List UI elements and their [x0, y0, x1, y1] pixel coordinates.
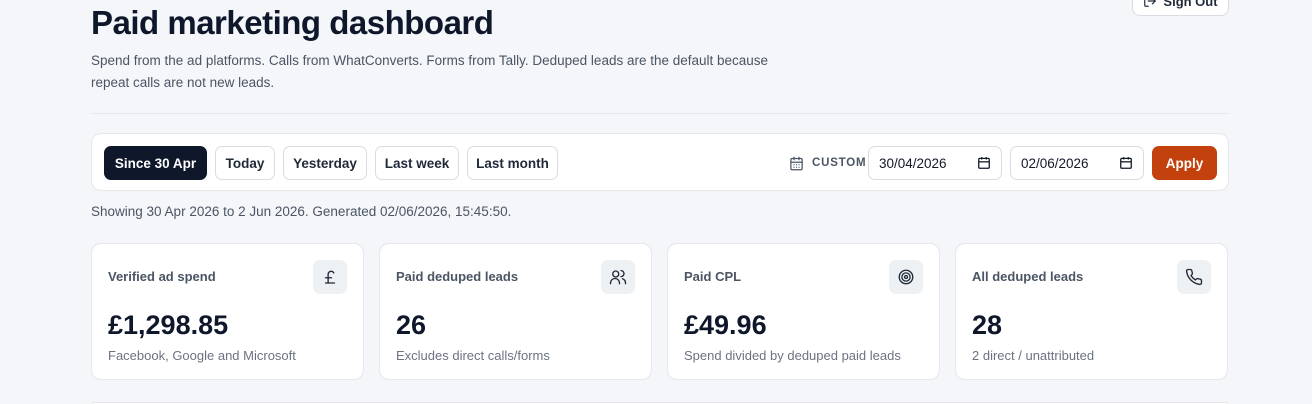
sign-out-label: Sign Out [1163, 0, 1218, 9]
page-title: Paid marketing dashboard [91, 4, 494, 41]
range-since-30-apr-button[interactable]: Since 30 Apr [104, 146, 207, 180]
kpi-card-all-deduped-leads: All deduped leads 28 2 direct / unattrib… [955, 243, 1228, 380]
users-icon [601, 260, 635, 294]
page-subtitle: Spend from the ad platforms. Calls from … [91, 53, 769, 90]
kpi-card-verified-ad-spend: Verified ad spend £1,298.85 Facebook, Go… [91, 243, 364, 380]
calendar-picker-icon[interactable] [977, 156, 991, 170]
custom-range-label: CUSTOM [789, 146, 866, 180]
sign-out-icon [1144, 0, 1157, 7]
sign-out-button[interactable]: Sign Out [1132, 0, 1229, 16]
start-date-value: 30/04/2026 [879, 155, 947, 171]
target-icon [889, 260, 923, 294]
range-yesterday-button[interactable]: Yesterday [283, 146, 367, 180]
header-divider [91, 113, 1229, 114]
showing-status-text: Showing 30 Apr 2026 to 2 Jun 2026. Gener… [91, 204, 512, 219]
kpi-label: Verified ad spend [108, 269, 216, 284]
kpi-value: 28 [972, 310, 1003, 340]
end-date-value: 02/06/2026 [1021, 155, 1089, 171]
kpi-note: Excludes direct calls/forms [396, 348, 550, 363]
kpi-value: £49.96 [684, 310, 767, 340]
kpi-card-paid-deduped-leads: Paid deduped leads 26 Excludes direct ca… [379, 243, 652, 380]
kpi-label: All deduped leads [972, 269, 1084, 284]
kpi-label: Paid deduped leads [396, 269, 519, 284]
apply-button[interactable]: Apply [1152, 146, 1217, 180]
start-date-input[interactable]: 30/04/2026 [868, 146, 1002, 180]
kpi-card-paid-cpl: Paid CPL £49.96 Spend divided by deduped… [667, 243, 940, 380]
end-date-input[interactable]: 02/06/2026 [1010, 146, 1144, 180]
date-range-toolbar: Since 30 Apr Today Yesterday Last week L… [91, 133, 1229, 191]
kpi-note: 2 direct / unattributed [972, 348, 1095, 363]
kpi-label: Paid CPL [684, 269, 742, 284]
kpi-note: Spend divided by deduped paid leads [684, 348, 901, 363]
calendar-picker-icon[interactable] [1119, 156, 1133, 170]
range-today-button[interactable]: Today [215, 146, 275, 180]
kpi-note: Facebook, Google and Microsoft [108, 348, 296, 363]
kpi-value: £1,298.85 [108, 310, 229, 340]
range-last-week-button[interactable]: Last week [375, 146, 459, 180]
custom-label-text: CUSTOM [812, 157, 867, 169]
range-last-month-button[interactable]: Last month [467, 146, 558, 180]
kpi-value: 26 [396, 310, 427, 340]
calendar-icon [790, 156, 803, 170]
pound-icon [313, 260, 347, 294]
phone-icon [1177, 260, 1211, 294]
